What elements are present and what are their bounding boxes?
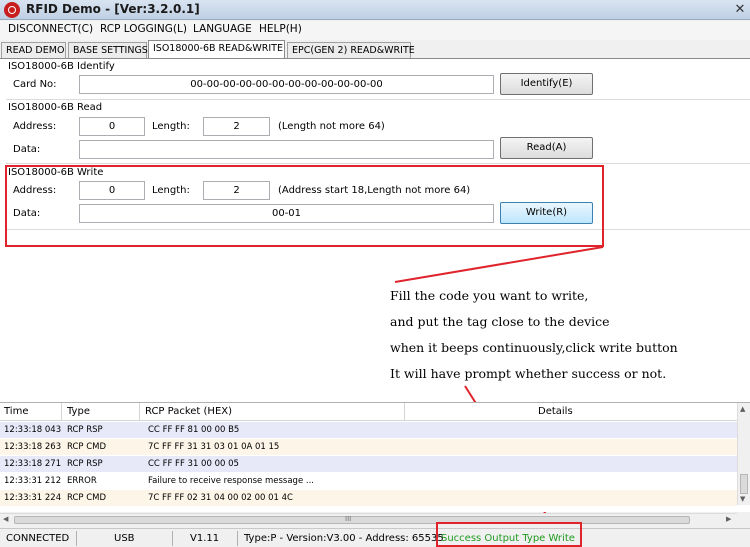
status-divider <box>172 531 173 546</box>
vertical-scroll-thumb[interactable] <box>740 474 748 494</box>
col-divider <box>404 403 405 421</box>
col-divider <box>139 403 140 421</box>
status-port: USB <box>114 533 135 544</box>
cell-packet: 7C FF FF 31 31 03 01 0A 01 15 <box>148 442 280 452</box>
cell-time: 12:33:18 271 <box>4 459 62 469</box>
table-row[interactable]: 12:33:31 212 ERROR Failure to receive re… <box>0 473 737 489</box>
rcp-log-table[interactable]: Time Type RCP Packet (HEX) Details 12:33… <box>0 402 750 512</box>
status-divider <box>237 531 238 546</box>
cell-packet: CC FF FF 81 00 00 B5 <box>148 425 240 435</box>
scroll-up-icon[interactable]: ▲ <box>740 405 745 413</box>
scroll-down-icon[interactable]: ▼ <box>740 495 745 503</box>
log-vertical-scrollbar[interactable]: ▲ ▼ <box>737 403 750 505</box>
cell-time: 12:33:31 224 <box>4 493 62 503</box>
table-row[interactable]: 12:33:18 271 RCP RSP CC FF FF 31 00 00 0… <box>0 456 737 472</box>
col-divider <box>61 403 62 421</box>
cell-type: ERROR <box>67 476 97 486</box>
cell-time: 12:33:18 043 <box>4 425 62 435</box>
status-bar: CONNECTED USB V1.11 Type:P - Version:V3.… <box>0 528 750 547</box>
col-details-header[interactable]: Details <box>538 406 573 417</box>
cell-packet: Failure to receive response message ... <box>148 476 314 486</box>
col-packet-header[interactable]: RCP Packet (HEX) <box>145 406 232 417</box>
callout-line-3: when it beeps continuously,click write b… <box>390 340 678 355</box>
col-type-header[interactable]: Type <box>67 406 90 417</box>
table-row[interactable]: 12:33:31 224 RCP CMD 7C FF FF 02 31 04 0… <box>0 490 737 506</box>
cell-type: RCP RSP <box>67 425 103 435</box>
log-horizontal-scrollbar[interactable]: ◀ III ▶ <box>0 513 737 526</box>
table-row[interactable]: 12:33:18 263 RCP CMD 7C FF FF 31 31 03 0… <box>0 439 737 455</box>
cell-packet: CC FF FF 31 00 00 05 <box>148 459 239 469</box>
cell-packet: 7C FF FF 02 31 04 00 02 00 01 4C <box>148 493 293 503</box>
log-header: Time Type RCP Packet (HEX) Details <box>0 403 737 421</box>
status-divider <box>76 531 77 546</box>
status-device-info: Type:P - Version:V3.00 - Address: 65535 <box>244 533 444 544</box>
scroll-grip-icon: III <box>345 515 352 523</box>
callout-line-4: It will have prompt whether success or n… <box>390 366 667 381</box>
cell-type: RCP CMD <box>67 493 107 503</box>
cell-time: 12:33:18 263 <box>4 442 62 452</box>
col-time-header[interactable]: Time <box>4 406 28 417</box>
callout-arrow-to-write <box>394 246 604 283</box>
callout-text: Fill the code you want to write, and put… <box>390 283 678 387</box>
scroll-left-icon[interactable]: ◀ <box>3 515 8 523</box>
callout-line-2: and put the tag close to the device <box>390 314 610 329</box>
cell-time: 12:33:31 212 <box>4 476 62 486</box>
horizontal-scroll-thumb[interactable]: III <box>14 515 690 524</box>
scroll-right-icon[interactable]: ▶ <box>726 515 731 523</box>
status-connection: CONNECTED <box>6 533 70 544</box>
cell-type: RCP CMD <box>67 442 107 452</box>
callout-line-1: Fill the code you want to write, <box>390 288 589 303</box>
table-row[interactable]: 12:33:18 043 RCP RSP CC FF FF 81 00 00 B… <box>0 422 737 438</box>
status-highlight-box <box>436 522 582 547</box>
cell-type: RCP RSP <box>67 459 103 469</box>
status-version: V1.11 <box>190 533 220 544</box>
